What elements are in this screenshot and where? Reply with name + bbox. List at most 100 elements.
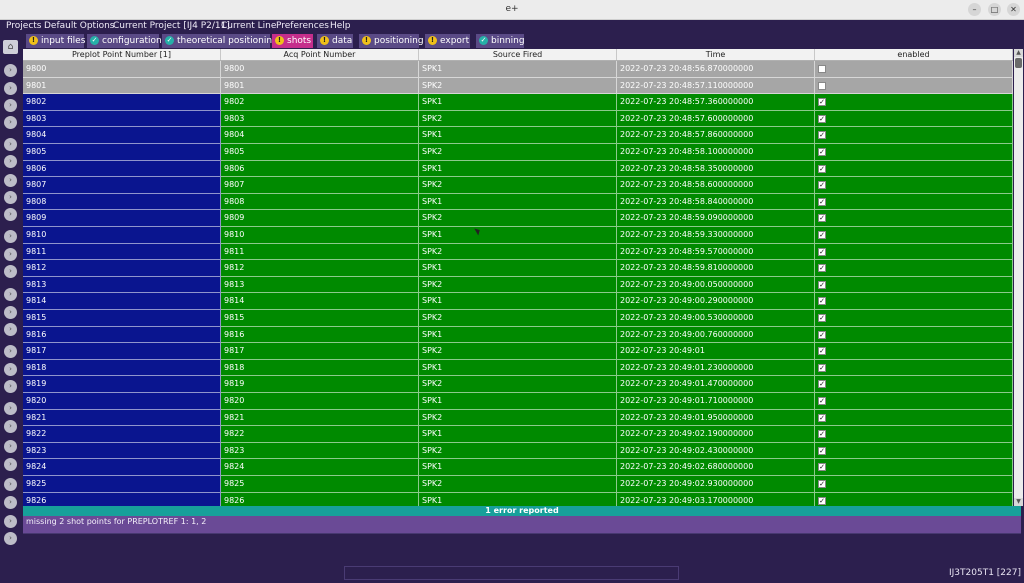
checkbox-checked[interactable]: ✓	[818, 231, 826, 239]
checkbox-checked[interactable]: ✓	[818, 214, 826, 223]
tool-icon[interactable]: ›	[4, 230, 17, 243]
checkbox-checked[interactable]: ✓	[818, 247, 826, 256]
menu-current-line[interactable]: Current Line	[221, 21, 276, 31]
tool-icon[interactable]: ›	[4, 174, 17, 187]
tool-icon[interactable]: ›	[4, 116, 17, 129]
checkbox-checked[interactable]: ✓	[818, 98, 826, 107]
tool-icon[interactable]: ›	[4, 82, 17, 95]
tool-icon[interactable]: ›	[4, 478, 17, 491]
tool-icon[interactable]: ›	[4, 345, 17, 358]
tool-icon[interactable]: ›	[4, 64, 17, 77]
table-row[interactable]: 9807 9807 SPK2 2022-07-23 20:48:58.60000000…	[23, 177, 1013, 194]
tab-data[interactable]: ! data	[317, 34, 353, 48]
checkbox-checked[interactable]: ✓	[818, 181, 826, 190]
column-header-source[interactable]: Source Fired	[419, 49, 617, 60]
tool-icon[interactable]: ›	[4, 363, 17, 376]
table-row[interactable]: 9800 9800 SPK1 2022-07-23 20:48:56.87000000…	[23, 61, 1013, 78]
table-row[interactable]: 9823 9823 SPK2 2022-07-23 20:49:02.43000000…	[23, 442, 1013, 460]
tool-icon[interactable]: ›	[4, 515, 17, 528]
menu-default-options[interactable]: Default Options	[44, 21, 114, 31]
table-scrollbar[interactable]: ▲ ▼	[1014, 49, 1023, 506]
column-header-preplot[interactable]: Preplot Point Number [1]	[23, 49, 221, 60]
checkbox-checked[interactable]: ✓	[818, 330, 826, 339]
tab-theoretical-positioning[interactable]: ✓ theoretical positioning	[162, 34, 278, 48]
checkbox-checked[interactable]: ✓	[818, 114, 826, 123]
checkbox-checked[interactable]: ✓	[818, 363, 826, 372]
tool-icon[interactable]: ›	[4, 440, 17, 453]
table-row[interactable]: 9808 9808 SPK1 2022-07-23 20:48:58.84000000…	[23, 193, 1013, 211]
checkbox-unchecked[interactable]	[818, 81, 826, 90]
menu-projects[interactable]: Projects	[6, 21, 41, 31]
maximize-icon[interactable]: □	[988, 3, 1001, 16]
tool-icon[interactable]: ›	[4, 458, 17, 471]
table-row[interactable]: 9813 9813 SPK2 2022-07-23 20:49:00.05000000…	[23, 276, 1013, 294]
tool-icon[interactable]: ›	[4, 99, 17, 112]
checkbox-checked[interactable]: ✓	[818, 131, 826, 140]
table-row[interactable]: 9804 9804 SPK1 2022-07-23 20:48:57.86000000…	[23, 127, 1013, 144]
table-row[interactable]: 9801 9801 SPK2 2022-07-23 20:48:57.11000000…	[23, 77, 1013, 95]
tab-export[interactable]: ! export	[425, 34, 470, 48]
column-header-enabled[interactable]: enabled	[815, 49, 1013, 60]
checkbox-checked[interactable]: ✓	[818, 446, 826, 455]
tool-icon[interactable]: ›	[4, 288, 17, 301]
tool-icon[interactable]: ›	[4, 496, 17, 509]
tab-positioning[interactable]: ! positioning	[359, 34, 424, 48]
column-header-time[interactable]: Time	[617, 49, 815, 60]
tab-binning[interactable]: ✓ binning	[476, 34, 525, 48]
table-row[interactable]: 9802 9802 SPK1 2022-07-23 20:48:57.36000000…	[23, 94, 1013, 111]
table-row[interactable]: 9821 9821 SPK2 2022-07-23 20:49:01.95000000…	[23, 409, 1013, 427]
home-icon[interactable]: ⌂	[3, 40, 18, 54]
scroll-down-icon[interactable]: ▼	[1014, 498, 1023, 506]
table-row[interactable]: 9809 9809 SPK2 2022-07-23 20:48:59.09000000…	[23, 210, 1013, 227]
tool-icon[interactable]: ›	[4, 306, 17, 319]
tool-icon[interactable]: ›	[4, 420, 17, 433]
checkbox-checked[interactable]: ✓	[818, 280, 826, 289]
menu-preferences[interactable]: Preferences	[276, 21, 329, 31]
tool-icon[interactable]: ›	[4, 402, 17, 415]
column-header-acq[interactable]: Acq Point Number	[221, 49, 419, 60]
table-row[interactable]: 9812 9812 SPK1 2022-07-23 20:48:59.81000000…	[23, 260, 1013, 277]
checkbox-checked[interactable]: ✓	[818, 480, 826, 488]
table-row[interactable]: 9818 9818 SPK1 2022-07-23 20:49:01.23000000…	[23, 359, 1013, 377]
checkbox-checked[interactable]: ✓	[818, 197, 826, 206]
tool-icon[interactable]: ›	[4, 138, 17, 151]
checkbox-checked[interactable]: ✓	[818, 164, 826, 173]
tab-configuration[interactable]: ✓ configuration	[87, 34, 162, 48]
table-row[interactable]: 9825 9825 SPK2 2022-07-23 20:49:02.93000000…	[23, 476, 1013, 493]
checkbox-checked[interactable]: ✓	[818, 148, 826, 156]
tool-icon[interactable]: ›	[4, 155, 17, 168]
table-row[interactable]: 9810 9810 SPK1 2022-07-23 20:48:59.33000000…	[23, 227, 1013, 244]
tab-input-files[interactable]: ! input files	[26, 34, 85, 48]
table-row[interactable]: 9819 9819 SPK2 2022-07-23 20:49:01.47000000…	[23, 376, 1013, 393]
table-row[interactable]: 9822 9822 SPK1 2022-07-23 20:49:02.19000000…	[23, 426, 1013, 443]
scroll-up-icon[interactable]: ▲	[1014, 49, 1023, 57]
table-row[interactable]: 9815 9815 SPK2 2022-07-23 20:49:00.53000000…	[23, 310, 1013, 327]
tool-icon[interactable]: ›	[4, 532, 17, 545]
checkbox-checked[interactable]: ✓	[818, 397, 826, 405]
checkbox-checked[interactable]: ✓	[818, 380, 826, 389]
table-row[interactable]: 9814 9814 SPK1 2022-07-23 20:49:00.29000000…	[23, 293, 1013, 310]
table-row[interactable]: 9803 9803 SPK2 2022-07-23 20:48:57.60000000…	[23, 110, 1013, 128]
checkbox-unchecked[interactable]	[818, 65, 826, 73]
checkbox-checked[interactable]: ✓	[818, 297, 826, 306]
minimize-icon[interactable]: –	[968, 3, 981, 16]
table-row[interactable]: 9816 9816 SPK1 2022-07-23 20:49:00.76000000…	[23, 326, 1013, 344]
tool-icon[interactable]: ›	[4, 380, 17, 393]
close-icon[interactable]: ✕	[1007, 3, 1020, 16]
table-row[interactable]: 9806 9806 SPK1 2022-07-23 20:48:58.35000000…	[23, 160, 1013, 178]
checkbox-checked[interactable]: ✓	[818, 430, 826, 439]
table-row[interactable]: 9817 9817 SPK2 2022-07-23 20:49:01 ✓	[23, 343, 1013, 360]
scroll-thumb[interactable]	[1015, 58, 1022, 68]
checkbox-checked[interactable]: ✓	[818, 347, 826, 356]
tab-shots[interactable]: ! shots	[272, 34, 313, 48]
tool-icon[interactable]: ›	[4, 191, 17, 204]
table-row[interactable]: 9826 9826 SPK1 2022-07-23 20:49:03.17000000…	[23, 492, 1013, 506]
tool-icon[interactable]: ›	[4, 323, 17, 336]
menu-current-project[interactable]: Current Project [IJ4 P2/11]	[113, 21, 230, 31]
checkbox-checked[interactable]: ✓	[818, 413, 826, 422]
checkbox-checked[interactable]: ✓	[818, 314, 826, 322]
table-row[interactable]: 9820 9820 SPK1 2022-07-23 20:49:01.71000000…	[23, 393, 1013, 410]
checkbox-checked[interactable]: ✓	[818, 264, 826, 273]
table-row[interactable]: 9811 9811 SPK2 2022-07-23 20:48:59.57000000…	[23, 243, 1013, 261]
table-row[interactable]: 9805 9805 SPK2 2022-07-23 20:48:58.10000000…	[23, 144, 1013, 161]
